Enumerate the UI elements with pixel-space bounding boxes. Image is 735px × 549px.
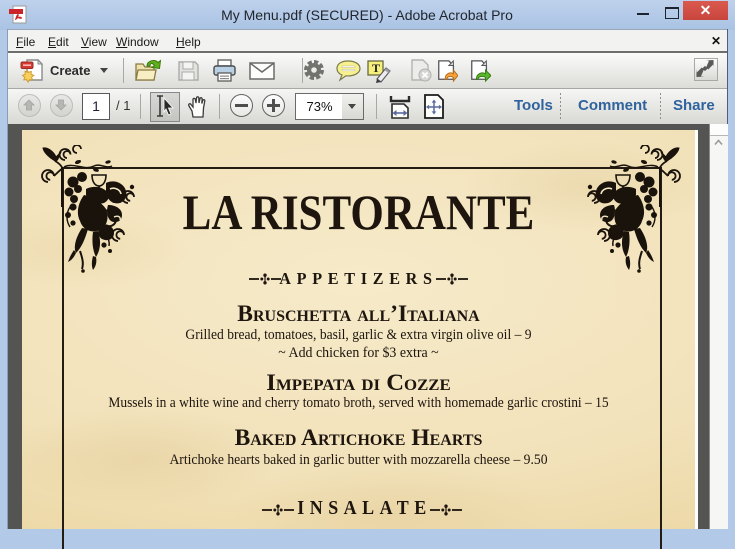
- svg-text:T: T: [372, 61, 380, 75]
